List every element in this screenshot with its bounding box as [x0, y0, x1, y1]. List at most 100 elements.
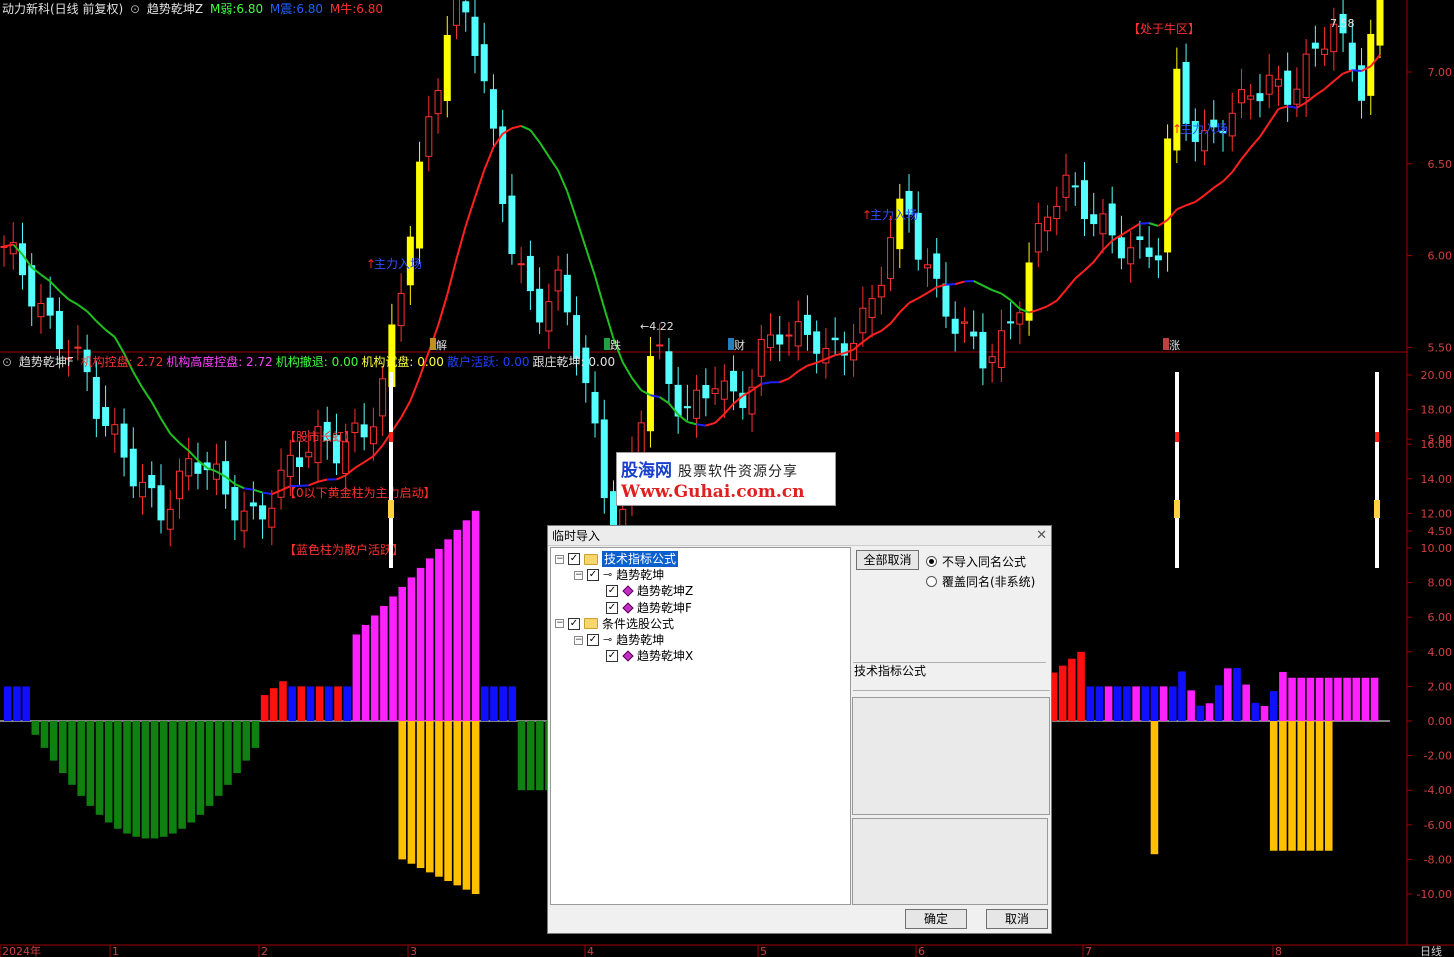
ma-segment	[317, 478, 328, 483]
preview-panel	[852, 818, 1048, 905]
osc-tick-label: 10.00	[1421, 542, 1453, 555]
candle-body	[877, 284, 885, 298]
ma-segment	[677, 413, 689, 423]
date-tick-label: 5	[760, 945, 767, 957]
osc-bar	[361, 624, 370, 721]
osc-bar	[1288, 677, 1296, 721]
signal-spike-mark	[1174, 500, 1180, 518]
ma-segment	[363, 455, 374, 464]
candle-body	[268, 507, 276, 528]
lower-settings-icon[interactable]: ⊙	[2, 355, 12, 369]
ma-segment	[483, 146, 495, 171]
upper-indicator-name[interactable]: 趋势乾坤Z	[147, 2, 203, 16]
osc-bar	[68, 721, 76, 785]
osc-tick-label: -6.00	[1424, 819, 1452, 832]
checkbox[interactable]: ✓	[606, 585, 618, 598]
collapse-icon[interactable]: −	[574, 570, 583, 580]
ma-segment	[1352, 69, 1362, 73]
collapse-icon[interactable]: −	[555, 619, 564, 629]
ma-segment	[1259, 122, 1271, 138]
osc-tick-label: 2.00	[1428, 680, 1453, 693]
ma-segment	[169, 432, 181, 444]
indicator-settings-icon[interactable]: ⊙	[130, 2, 140, 16]
tree-node-0[interactable]: − ✓ 技术指标公式	[555, 551, 679, 567]
ma-segment	[77, 303, 88, 313]
m-shock-label: M震:	[269, 2, 297, 16]
gold-bar	[1150, 721, 1159, 855]
close-icon[interactable]: ✕	[1036, 526, 1047, 546]
collapse-icon[interactable]: −	[574, 635, 583, 645]
checkbox[interactable]: ✓	[568, 553, 580, 565]
tree-node-5[interactable]: − ✓ ⊸ 趋势乾坤	[574, 632, 664, 648]
price-tick-label: 4.50	[1428, 525, 1453, 538]
checkbox[interactable]: ✓	[587, 634, 599, 646]
osc-bar	[370, 615, 379, 721]
candle-body	[923, 264, 931, 269]
osc-bar	[471, 510, 480, 721]
osc-bar	[1297, 677, 1306, 721]
collapse-icon[interactable]: −	[555, 554, 564, 564]
tree-node-4[interactable]: − ✓ 条件选股公式	[555, 616, 674, 632]
osc-bar	[334, 686, 342, 721]
ma-segment	[400, 400, 412, 419]
cancel-button[interactable]: 取消	[986, 909, 1048, 929]
tree-node-label: 趋势乾坤F	[637, 600, 692, 615]
tree-node-label: 趋势乾坤X	[637, 649, 694, 664]
ma-segment	[529, 129, 541, 143]
candle-body	[175, 470, 183, 500]
date-tick-label: 2	[261, 945, 268, 957]
ma-segment	[964, 279, 974, 283]
candle-body	[397, 292, 405, 327]
checkbox[interactable]: ✓	[568, 617, 580, 630]
candle-body	[489, 89, 497, 129]
tree-node-1[interactable]: − ✓ ⊸ 趋势乾坤	[574, 567, 664, 583]
note-2: 【0以下黄金柱为主力启动】	[284, 485, 436, 500]
ma-segment	[779, 377, 790, 384]
candle-body	[102, 407, 110, 426]
osc-bar	[4, 686, 12, 721]
candle-body	[1348, 42, 1356, 71]
osc-bar	[343, 686, 351, 721]
osc-tick-label: -2.00	[1424, 750, 1452, 763]
tree-node-3[interactable]: ✓ 趋势乾坤F	[593, 600, 692, 616]
lower-indicator-name[interactable]: 趋势乾坤F	[19, 355, 74, 369]
ma-segment	[446, 258, 458, 295]
osc-bar	[526, 721, 535, 791]
radio-dot-icon	[926, 576, 937, 587]
dialog-title-bar[interactable]: 临时导入 ✕	[548, 526, 1051, 546]
osc-bar	[352, 634, 361, 721]
tree-node-2[interactable]: ✓ 趋势乾坤Z	[593, 583, 693, 599]
date-tick-label: 7	[1085, 945, 1092, 957]
ma-segment	[68, 298, 79, 306]
radio-overwrite[interactable]: 覆盖同名(非系统)	[926, 573, 1035, 590]
checkbox[interactable]: ✓	[606, 650, 618, 663]
osc-bar	[453, 529, 462, 721]
osc-bar	[1159, 686, 1168, 721]
candle-body	[776, 334, 784, 345]
candle-body	[1154, 255, 1162, 261]
osc-bar	[1132, 686, 1140, 721]
radio-skip-same[interactable]: 不导入同名公式	[926, 553, 1026, 570]
deselect-all-button[interactable]: 全部取消	[856, 550, 919, 570]
description-panel	[852, 697, 1050, 815]
osc-bar	[325, 686, 333, 721]
tree-node-6[interactable]: ✓ 趋势乾坤X	[593, 648, 693, 664]
date-tick-label: 8	[1275, 945, 1282, 957]
candle-body	[139, 481, 147, 498]
ma-segment	[308, 480, 319, 487]
ok-button[interactable]: 确定	[905, 909, 967, 929]
checkbox[interactable]: ✓	[587, 569, 599, 582]
stock-title: 动力新科(日线 前复权)	[2, 2, 124, 16]
low-price-label: ←4.22	[640, 320, 674, 333]
formula-tree[interactable]: − ✓ 技术指标公式 − ✓ ⊸ 趋势乾坤 ✓ 趋势乾坤Z ✓ 趋势乾坤F − ✓ 条件选股公式 − ✓ ⊸ 趋势…	[550, 547, 851, 905]
osc-bar	[178, 721, 186, 829]
candle-body	[887, 237, 895, 279]
candle-body	[286, 454, 294, 478]
ma-segment	[1194, 194, 1206, 203]
ma-segment	[538, 141, 550, 158]
m-weak-label: M弱:	[209, 2, 237, 16]
candle-body	[693, 389, 701, 419]
osc-bar	[306, 686, 315, 721]
gold-bar	[425, 721, 434, 873]
checkbox[interactable]: ✓	[606, 601, 618, 614]
